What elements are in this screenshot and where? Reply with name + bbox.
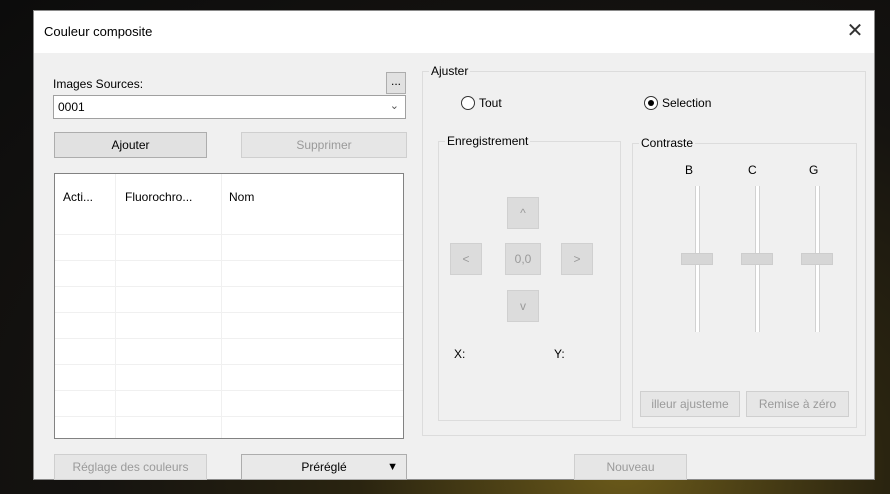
add-button[interactable]: Ajouter xyxy=(54,132,207,158)
browse-button[interactable]: ... xyxy=(386,72,406,94)
radio-all[interactable] xyxy=(461,96,475,110)
registration-group: Enregistrement xyxy=(438,134,621,421)
auto-adjust-button[interactable]: illeur ajusteme xyxy=(640,391,740,417)
new-button[interactable]: Nouveau xyxy=(574,454,687,480)
row-divider xyxy=(55,312,403,313)
source-image-dropdown[interactable]: 0001 ⌄ xyxy=(53,95,406,119)
adjust-group-title: Ajuster xyxy=(431,64,469,78)
row-divider xyxy=(55,260,403,261)
contrast-channel-c-label: C xyxy=(748,163,757,177)
registration-group-title: Enregistrement xyxy=(447,134,529,148)
reset-contrast-button[interactable]: Remise à zéro xyxy=(746,391,849,417)
source-image-value: 0001 xyxy=(58,100,85,114)
y-offset-label: Y: xyxy=(554,347,565,361)
composite-color-dialog: Couleur composite ✕ Images Sources: ... … xyxy=(33,10,875,480)
reset-offset-button[interactable]: 0,0 xyxy=(505,243,541,275)
x-offset-label: X: xyxy=(454,347,466,361)
channels-table[interactable]: Acti... Fluorochro... Nom xyxy=(54,173,404,439)
shift-down-button[interactable]: v xyxy=(507,290,539,322)
remove-button[interactable]: Supprimer xyxy=(241,132,407,158)
contrast-group-title: Contraste xyxy=(641,136,694,150)
column-divider xyxy=(115,174,116,438)
contrast-channel-g-label: G xyxy=(809,163,819,177)
shift-right-button[interactable]: > xyxy=(561,243,593,275)
color-settings-button[interactable]: Réglage des couleurs xyxy=(54,454,207,480)
sources-label: Images Sources: xyxy=(53,77,144,91)
contrast-c-slider[interactable] xyxy=(741,253,773,265)
close-icon[interactable]: ✕ xyxy=(842,19,868,43)
contrast-group: Contraste xyxy=(632,136,857,428)
contrast-channel-b-label: B xyxy=(685,163,694,177)
preset-label: Préréglé xyxy=(301,460,347,474)
row-divider xyxy=(55,416,403,417)
preset-dropdown[interactable]: Préréglé ▼ xyxy=(241,454,407,480)
column-header-fluorochrome[interactable]: Fluorochro... xyxy=(125,190,192,204)
shift-left-button[interactable]: < xyxy=(450,243,482,275)
title-bar: Couleur composite ✕ xyxy=(34,11,874,53)
row-divider xyxy=(55,364,403,365)
row-divider xyxy=(55,338,403,339)
column-header-name[interactable]: Nom xyxy=(229,190,254,204)
radio-all-label[interactable]: Tout xyxy=(479,96,502,110)
row-divider xyxy=(55,286,403,287)
contrast-b-slider[interactable] xyxy=(681,253,713,265)
table-header: Acti... Fluorochro... Nom xyxy=(55,174,403,214)
caret-down-icon: ▼ xyxy=(387,461,398,473)
chevron-down-icon: ⌄ xyxy=(389,100,399,112)
column-divider xyxy=(221,174,222,438)
radio-selection[interactable] xyxy=(644,96,658,110)
contrast-g-slider[interactable] xyxy=(801,253,833,265)
window-title: Couleur composite xyxy=(44,24,153,39)
column-header-active[interactable]: Acti... xyxy=(63,190,93,204)
row-divider xyxy=(55,234,403,235)
shift-up-button[interactable]: ^ xyxy=(507,197,539,229)
row-divider xyxy=(55,390,403,391)
radio-selection-label[interactable]: Selection xyxy=(662,96,711,110)
